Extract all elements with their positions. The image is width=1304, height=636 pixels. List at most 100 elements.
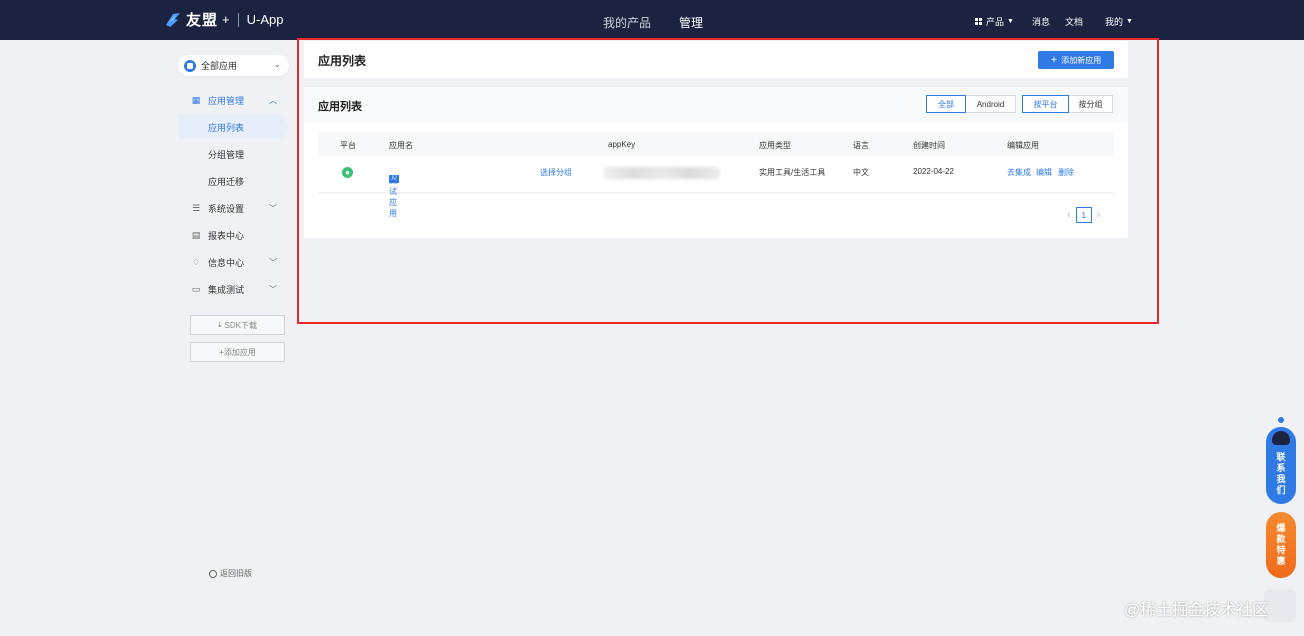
app-list-card: 应用列表 全部 Android 按平台 按分组 平台 应用名 appKey 应用… [304, 87, 1128, 238]
nav-manage[interactable]: 管理 [679, 14, 703, 31]
docs-link[interactable]: 文档 [1065, 15, 1083, 28]
group-by-platform[interactable]: 按平台 [1022, 95, 1069, 113]
sidebar-item-app-management[interactable]: ▦ 应用管理 ︿ [178, 88, 288, 112]
sidebar-item-label: 系统设置 [208, 203, 245, 214]
caret-down-icon: ▼ [1126, 18, 1133, 25]
column-header: 平台 [340, 141, 356, 150]
chevron-down-icon: ﹀ [269, 257, 277, 267]
column-header: appKey [608, 140, 636, 149]
prev-page-icon[interactable]: ‹ [1067, 209, 1071, 221]
messages-link[interactable]: 消息 [1032, 15, 1050, 28]
hot-deal-widget[interactable]: 爆 款 特 惠 [1266, 512, 1296, 578]
platform-filter: 全部 Android [926, 95, 1016, 113]
bell-icon: ♢ [191, 257, 201, 267]
sidebar-item-label: 分组管理 [208, 149, 245, 160]
products-label: 产品 [986, 17, 1005, 27]
filter-all[interactable]: 全部 [926, 95, 966, 113]
page-header: 应用列表 + 添加新应用 [304, 41, 1128, 78]
add-app-button[interactable]: +添加应用 [190, 342, 285, 362]
list-header: 应用列表 全部 Android 按平台 按分组 [304, 87, 1128, 121]
deal-char: 特 [1276, 545, 1286, 555]
list-title: 应用列表 [318, 101, 362, 113]
app-name-link[interactable]: 测试应用 [389, 175, 397, 219]
appkey-redacted [604, 167, 720, 179]
settings-list-icon: ☰ [191, 203, 201, 213]
app-name: U-App [246, 12, 284, 27]
download-icon: ⤓ [218, 320, 222, 329]
page-title: 应用列表 [318, 54, 367, 68]
deal-char: 款 [1276, 534, 1286, 544]
clock-icon [209, 569, 217, 578]
contact-char: 们 [1276, 485, 1286, 495]
sidebar-item-app-list[interactable]: 应用列表 [178, 115, 288, 139]
top-navbar: 友盟 + U-App 我的产品 管理 产品 ▼ 消息 文档 我的 ▼ [0, 0, 1304, 40]
sidebar-item-app-migration[interactable]: 应用迁移 [178, 169, 288, 193]
sidebar-item-label: 应用迁移 [208, 176, 245, 187]
sidebar-item-system-settings[interactable]: ☰ 系统设置 ﹀ [178, 196, 288, 220]
logo[interactable]: 友盟 + U-App [164, 9, 283, 30]
plus-icon: + [1050, 54, 1058, 66]
column-header: 应用类型 [759, 141, 791, 150]
back-to-old-version[interactable]: 返回旧版 [209, 568, 252, 579]
deal-char: 爆 [1276, 523, 1286, 533]
contact-us-widget[interactable]: 联 系 我 们 [1266, 417, 1296, 504]
deal-char: 惠 [1276, 556, 1286, 566]
divider [237, 12, 239, 27]
apps-icon [184, 59, 196, 72]
chevron-up-icon: ︿ [269, 95, 277, 105]
column-header: 编辑应用 [1007, 141, 1039, 150]
contact-char: 联 [1276, 452, 1286, 462]
sidebar-item-label: 应用管理 [208, 95, 245, 106]
my-label: 我的 [1105, 17, 1124, 27]
app-selector[interactable]: 全部应用 ⌄ [178, 55, 289, 76]
group-by-filter: 按平台 按分组 [1022, 95, 1113, 113]
chevron-down-icon: ﹀ [269, 284, 277, 294]
edit-link[interactable]: 编辑 [1036, 167, 1052, 178]
contact-char: 系 [1276, 463, 1286, 473]
brand-name: 友盟 [186, 12, 219, 29]
my-menu[interactable]: 我的 ▼ [1105, 15, 1133, 28]
apps-grid-icon: ▦ [191, 95, 201, 105]
column-header: 应用名 [389, 141, 413, 150]
created-date-cell: 2022-04-22 [913, 167, 954, 176]
add-app-label: +添加应用 [219, 347, 256, 357]
filter-android[interactable]: Android [966, 95, 1016, 113]
report-icon: ▤ [191, 230, 201, 240]
watermark: @稀土掘金技术社区 [1124, 602, 1269, 619]
caret-down-icon: ▼ [1007, 18, 1014, 25]
umeng-bird-icon [166, 12, 180, 27]
robot-antenna-icon [1278, 417, 1284, 423]
language-cell: 中文 [853, 168, 869, 177]
brand-plus: + [222, 12, 230, 27]
add-new-app-button[interactable]: + 添加新应用 [1038, 51, 1114, 69]
add-new-app-label: 添加新应用 [1061, 55, 1102, 65]
nav-my-products[interactable]: 我的产品 [603, 14, 651, 31]
sidebar-item-group-management[interactable]: 分组管理 [178, 142, 288, 166]
delete-link[interactable]: 删除 [1058, 167, 1074, 178]
products-menu[interactable]: 产品 ▼ [975, 15, 1014, 28]
sdk-download-label: SDK下载 [224, 320, 257, 330]
chevron-down-icon: ﹀ [269, 203, 277, 213]
sidebar-item-label: 集成测试 [208, 284, 245, 295]
sidebar-item-info-center[interactable]: ♢ 信息中心 ﹀ [178, 250, 288, 274]
integrate-link[interactable]: 去集成 [1007, 167, 1031, 178]
app-selector-label: 全部应用 [201, 61, 238, 71]
sdk-download-button[interactable]: ⤓ SDK下载 [190, 315, 285, 335]
sidebar-item-integration-test[interactable]: ▭ 集成测试 ﹀ [178, 277, 288, 301]
contact-char: 我 [1276, 474, 1286, 484]
back-old-label: 返回旧版 [220, 569, 252, 578]
back-to-top-button[interactable] [1264, 590, 1296, 622]
group-by-group[interactable]: 按分组 [1069, 95, 1113, 113]
page-number[interactable]: 1 [1075, 207, 1092, 223]
robot-icon [1272, 431, 1290, 445]
sidebar-item-label: 信息中心 [208, 257, 245, 268]
sidebar-item-report-center[interactable]: ▤ 报表中心 [178, 223, 288, 247]
app-type-cell: 实用工具/生活工具 [759, 168, 826, 177]
column-header: 语言 [853, 141, 869, 150]
select-group-link[interactable]: 选择分组 [540, 167, 572, 178]
grid-icon [975, 18, 982, 25]
pagination: ‹ 1 › [1067, 207, 1100, 223]
table-header: 平台 应用名 appKey 应用类型 语言 创建时间 编辑应用 [318, 132, 1114, 156]
next-page-icon[interactable]: › [1097, 209, 1101, 221]
test-icon: ▭ [191, 284, 201, 294]
